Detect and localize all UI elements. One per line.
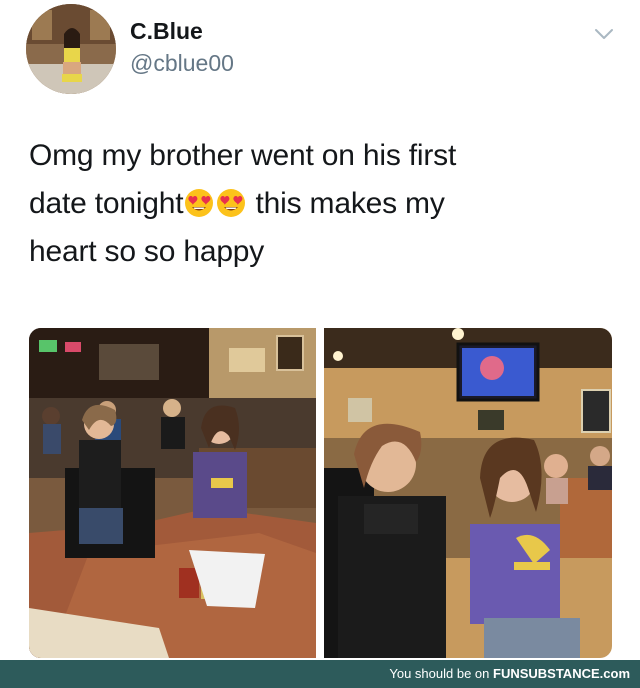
- tweet-line-2-start: date tonight: [29, 187, 184, 220]
- footer-text[interactable]: You should be on FUNSUBSTANCE.com: [389, 666, 630, 681]
- tweet-line-3: heart so so happy: [29, 235, 265, 268]
- display-name[interactable]: C.Blue: [130, 18, 203, 45]
- restaurant-photo-2: [324, 328, 612, 658]
- tweet-line-1: Omg my brother went on his first: [29, 139, 457, 172]
- photo-left[interactable]: [29, 328, 316, 658]
- heart-eyes-emoji-icon: [217, 189, 246, 217]
- watermark-footer: You should be on FUNSUBSTANCE.com: [0, 660, 640, 688]
- tweet-line-2: date tonight this makes my: [29, 180, 619, 228]
- footer-suffix: .com: [599, 666, 630, 681]
- user-handle[interactable]: @cblue00: [130, 50, 234, 77]
- tweet-line-2-end: this makes my: [247, 187, 445, 220]
- tweet-card: C.Blue @cblue00 Omg my brother went on h…: [0, 0, 640, 660]
- chevron-down-icon[interactable]: [593, 26, 615, 42]
- heart-eyes-emoji-icon: [185, 189, 214, 217]
- footer-prefix: You should be on: [389, 666, 493, 681]
- photo-right[interactable]: [324, 328, 612, 658]
- avatar[interactable]: [26, 4, 116, 94]
- tweet-text: Omg my brother went on his first date to…: [29, 132, 619, 276]
- footer-brand: FUNSUBSTANCE: [493, 666, 600, 681]
- restaurant-photo-1: [29, 328, 316, 658]
- avatar-image: [26, 4, 116, 94]
